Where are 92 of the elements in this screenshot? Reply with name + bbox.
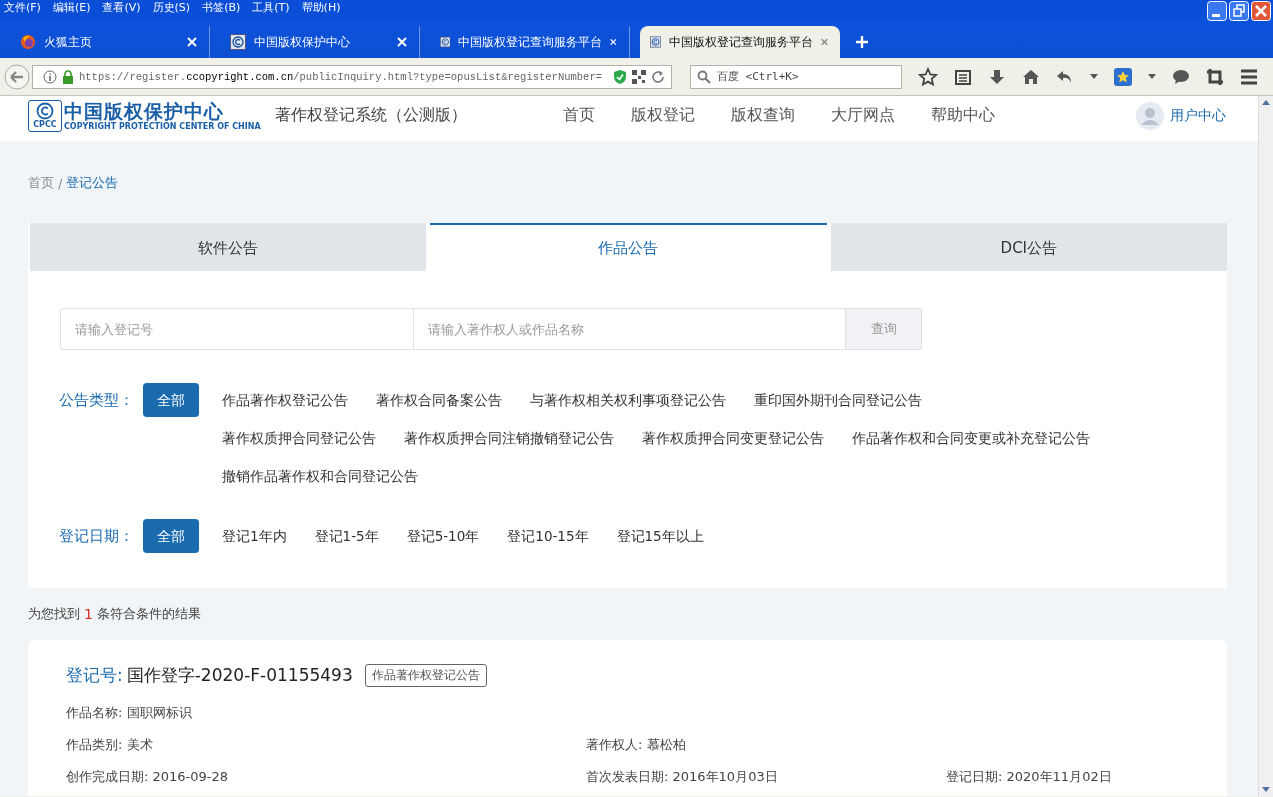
field-text: 创作完成日期: 2016-09-28 — [66, 768, 230, 786]
filter-option[interactable]: 著作权质押合同注销撤销登记公告 — [390, 421, 628, 455]
filter-option[interactable]: 著作权质押合同变更登记公告 — [628, 421, 838, 455]
menu-item[interactable]: 文件(F) — [0, 0, 47, 16]
category-tab[interactable]: DCI公告 — [830, 223, 1227, 271]
filter-option[interactable]: 全部 — [143, 519, 199, 553]
close-icon[interactable] — [821, 37, 828, 47]
menu-item[interactable]: 工具(T) — [248, 0, 296, 16]
filter-option[interactable]: 与著作权相关权利事项登记公告 — [516, 383, 740, 417]
list-icon[interactable] — [954, 67, 972, 86]
tab-title: 中国版权保护中心 — [254, 33, 351, 51]
registration-number-field[interactable]: 请输入登记号 — [60, 308, 414, 350]
registration-number: 国作登字-2020-F-01155493 — [126, 664, 353, 687]
field-text: 作品类别: 美术 — [66, 736, 154, 754]
search-field[interactable]: 百度 <Ctrl+K> — [690, 64, 902, 89]
restore-icon[interactable] — [1229, 1, 1249, 21]
field-text: 登记日期: 2020年11月02日 — [946, 768, 1113, 786]
menu-item[interactable]: 书签(B) — [198, 0, 247, 16]
nav-link[interactable]: 版权查询 — [730, 105, 795, 126]
nav-link[interactable]: 首页 — [562, 105, 595, 126]
field-text: 著作权人: 慕松柏 — [586, 736, 687, 754]
caret-icon[interactable] — [1148, 74, 1156, 79]
filter-option[interactable]: 重印国外期刊合同登记公告 — [740, 383, 936, 417]
shield-icon[interactable] — [613, 68, 627, 85]
scrollbar[interactable] — [1258, 96, 1273, 796]
address-bar[interactable]: https://register.ccopyright.com.cn/publicInquiry.html?type=opusList&registerNumber= — [32, 64, 672, 89]
logo-badge-text: CPCC — [33, 120, 57, 129]
copyright-icon — [650, 34, 662, 50]
system-title: 著作权登记系统（公测版） — [274, 105, 467, 126]
search-icon — [697, 69, 711, 84]
filter-label: 公告类型： — [59, 390, 135, 411]
filter-option[interactable]: 撤销作品著作权和合同登记公告 — [208, 459, 432, 493]
reload-icon[interactable] — [651, 69, 665, 84]
browser-tab[interactable]: 中国版权登记查询服务平台 — [430, 26, 630, 58]
menu-item[interactable]: 历史(S) — [148, 0, 197, 16]
filter-option[interactable]: 著作权质押合同登记公告 — [208, 421, 390, 455]
registration-label: 登记号: — [66, 664, 123, 687]
category-tab[interactable]: 软件公告 — [30, 223, 427, 271]
filter-label: 登记日期： — [59, 526, 135, 547]
filter-option[interactable]: 登记15年以上 — [602, 519, 718, 553]
nav-link[interactable]: 大厅网点 — [830, 105, 895, 126]
filter-option[interactable]: 登记1-5年 — [300, 519, 393, 553]
download-icon[interactable] — [988, 67, 1006, 86]
new-tab-icon[interactable] — [856, 36, 868, 48]
field-text: 首次发表日期: 2016年10月03日 — [586, 768, 779, 786]
chat-icon[interactable] — [1172, 68, 1190, 85]
info-icon — [43, 69, 57, 84]
filter-option[interactable]: 著作权合同备案公告 — [362, 383, 516, 417]
browser-tab[interactable]: 中国版权保护中心 — [220, 26, 420, 58]
url-text: https://register.ccopyright.com.cn/publicInquiry.html?type=opusList&registerNumber= — [79, 70, 603, 83]
browser-tab[interactable]: 火狐主页 — [10, 26, 210, 58]
logo-subtext: COPYRIGHT PROTECTION CENTER OF CHINA — [64, 121, 261, 131]
filter-option[interactable]: 登记5-10年 — [392, 519, 494, 553]
star-icon[interactable] — [918, 66, 938, 87]
home-icon[interactable] — [1022, 67, 1040, 86]
copyright-icon — [440, 34, 451, 50]
filter-option[interactable]: 作品著作权登记公告 — [208, 383, 362, 417]
back-icon[interactable] — [4, 63, 30, 90]
caret-icon[interactable] — [1090, 74, 1098, 79]
tab-title: 中国版权登记查询服务平台 — [458, 33, 603, 51]
qr-code-icon[interactable] — [632, 69, 646, 84]
menu-item[interactable]: 编辑(E) — [48, 0, 97, 16]
minimize-icon[interactable] — [1207, 1, 1227, 21]
tab-title: 火狐主页 — [44, 33, 93, 51]
lock-icon — [62, 69, 74, 84]
name-field[interactable]: 请输入著作权人或作品名称 — [414, 308, 846, 350]
tab-title: 中国版权登记查询服务平台 — [669, 33, 814, 51]
copyright-icon — [36, 102, 54, 120]
firefox-icon — [20, 34, 36, 50]
filter-option[interactable]: 登记10-15年 — [493, 519, 603, 553]
avatar-icon — [1136, 101, 1164, 130]
result-summary-text: 为您找到 — [28, 605, 80, 623]
star-badge-icon[interactable] — [1114, 67, 1132, 86]
result-summary-text: 条符合条件的结果 — [96, 605, 201, 623]
menu-item[interactable]: 查看(V) — [98, 0, 147, 16]
user-link[interactable]: 用户中心 — [1136, 101, 1226, 130]
breadcrumb-link[interactable]: 登记公告 — [66, 174, 119, 192]
nav-link[interactable]: 帮助中心 — [930, 105, 995, 126]
menu-icon[interactable] — [1240, 68, 1258, 85]
result-count: 1 — [84, 606, 93, 622]
crop-icon[interactable] — [1206, 67, 1224, 86]
field-text: 作品名称: 国职网标识 — [66, 704, 193, 722]
logo-text: 中国版权保护中心 — [64, 100, 225, 122]
menu-item[interactable]: 帮助(H) — [297, 0, 347, 16]
announcement-tag: 作品著作权登记公告 — [364, 664, 487, 687]
nav-link[interactable]: 版权登记 — [630, 105, 695, 126]
filter-option[interactable]: 登记1年内 — [208, 519, 301, 553]
browser-tab[interactable]: 中国版权登记查询服务平台 — [640, 26, 840, 58]
copyright-icon — [230, 34, 246, 50]
filter-option[interactable]: 全部 — [143, 383, 199, 417]
breadcrumb-separator: / — [58, 175, 63, 191]
filter-option[interactable]: 作品著作权和合同变更或补充登记公告 — [838, 421, 1104, 455]
